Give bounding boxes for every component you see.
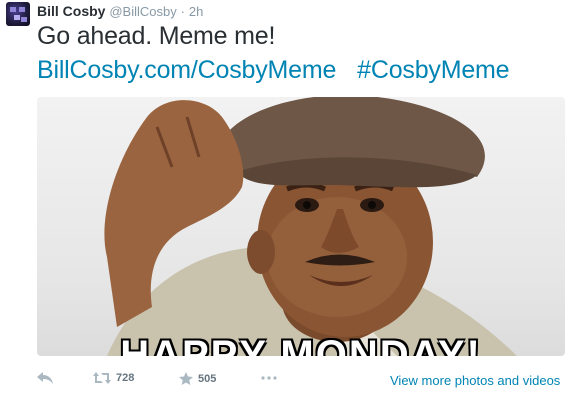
- retweet-button[interactable]: 728: [93, 372, 134, 384]
- image-caption: HAPPY MONDAY!: [120, 333, 482, 356]
- more-button[interactable]: [261, 376, 277, 380]
- reply-icon: [37, 372, 53, 384]
- avatar[interactable]: [6, 2, 30, 26]
- tweet-actions: 728 505 View more photos and videos: [37, 370, 577, 392]
- reply-button[interactable]: [37, 372, 53, 384]
- portrait-illustration: [104, 97, 517, 356]
- favorite-button[interactable]: 505: [179, 372, 216, 385]
- view-more-photos-link[interactable]: View more photos and videos: [390, 373, 560, 388]
- tweet-timestamp[interactable]: 2h: [189, 4, 203, 19]
- favorite-count: 505: [198, 372, 217, 385]
- hashtag-link[interactable]: #CosbyMeme: [357, 56, 509, 84]
- tweet-links: BillCosby.com/CosbyMeme #CosbyMeme: [37, 54, 510, 86]
- more-icon: [261, 376, 277, 380]
- separator-dot: ·: [180, 4, 185, 19]
- tweet-header: Bill Cosby @BillCosby · 2h: [37, 3, 203, 20]
- tweet-text: Go ahead. Meme me!: [37, 22, 276, 50]
- star-icon: [179, 372, 193, 385]
- author-handle[interactable]: @BillCosby: [109, 4, 176, 19]
- retweet-icon: [93, 372, 111, 384]
- tweet-photo[interactable]: HAPPY MONDAY!: [37, 97, 565, 356]
- author-name[interactable]: Bill Cosby: [37, 3, 105, 19]
- tweet-url-link[interactable]: BillCosby.com/CosbyMeme: [37, 56, 336, 84]
- retweet-count: 728: [116, 372, 135, 384]
